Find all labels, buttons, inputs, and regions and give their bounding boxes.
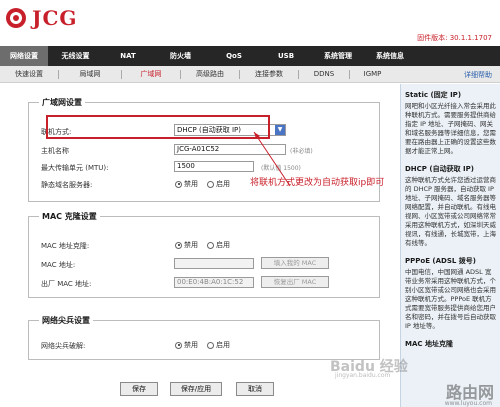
mac-clone-off-radio[interactable]: 禁用 [175, 240, 198, 250]
mtu-input[interactable]: 1500 [174, 161, 254, 172]
mac-clone-off-label: 禁用 [184, 241, 198, 249]
save-apply-button[interactable]: 保存/应用 [170, 382, 222, 396]
sub-nav-connection-params[interactable]: 连接参数 [240, 66, 298, 83]
corner-watermark-url: www.luyou.com [444, 400, 492, 407]
main-nav-network[interactable]: 网络设置 [0, 46, 48, 66]
sniffer-off-radio[interactable]: 禁用 [175, 340, 198, 350]
help-pppoe-text: 中国电信，中国网通 ADSL 宽带业务常采用这种联机方式，个别小区宽带或公司网络… [405, 268, 496, 330]
help-static-title: Static (固定 IP) [405, 91, 462, 99]
sniffer-off-label: 禁用 [184, 341, 198, 349]
radio-checked-icon[interactable] [175, 241, 182, 249]
logo-mark-icon [6, 8, 26, 28]
radio-checked-icon[interactable] [175, 180, 182, 188]
annotation-text: 将联机方式更改为自动获取ip即可 [250, 178, 385, 188]
main-nav-usb[interactable]: USB [260, 46, 312, 66]
main-nav: 网络设置 无线设置 NAT 防火墙 QoS USB 系统管理 系统信息 [0, 46, 500, 66]
host-label: 主机名称 [41, 147, 69, 155]
mac-clone-on-radio[interactable]: 启用 [207, 240, 230, 250]
sniffer-on-radio[interactable]: 启用 [207, 340, 230, 350]
sub-nav: 快速设置 局域网 广域网 高级路由 连接参数 DDNS IGMP 详细帮助 [0, 66, 500, 83]
mtu-label: 最大传输单元 (MTU): [41, 164, 109, 172]
dns-on-radio[interactable]: 启用 [207, 179, 230, 189]
help-static-text: 网吧和小区光纤接入常会采用此种联机方式。需要服务提供商给指定 IP 地址、子网掩… [405, 102, 496, 155]
router-admin-page: JCG 固件版本: 30.1.1.1707 网络设置 无线设置 NAT 防火墙 … [0, 0, 500, 407]
sniffer-crack-row: 网络尖兵破解: 禁用 启用 [29, 339, 381, 351]
help-pppoe-title: PPPoE (ADSL 拨号) [405, 257, 476, 265]
factory-mac-input: 00:E0:4B:A0:1C:52 [174, 277, 254, 288]
logo-text: JCG [32, 6, 78, 30]
network-sniffer-legend: 网络尖兵设置 [39, 315, 93, 326]
copy-my-mac-button[interactable]: 填入我的 MAC [261, 257, 329, 269]
radio-checked-icon[interactable] [175, 341, 182, 349]
detailed-help-link[interactable]: 详细帮助 [464, 70, 492, 80]
main-nav-wireless[interactable]: 无线设置 [48, 46, 103, 66]
dns-off-radio[interactable]: 禁用 [175, 179, 198, 189]
sub-nav-lan[interactable]: 局域网 [59, 66, 121, 83]
help-dhcp-text: 这种联机方式允许您透过运营商的 DHCP 服务器，自动获取 IP 地址、子网掩码… [405, 176, 496, 247]
main-nav-nat[interactable]: NAT [103, 46, 153, 66]
sniffer-on-label: 启用 [216, 341, 230, 349]
mac-address-row: MAC 地址: 填入我的 MAC [29, 257, 381, 270]
help-mac-title: MAC 地址克隆 [405, 340, 453, 348]
save-button[interactable]: 保存 [120, 382, 158, 396]
mac-clone-fieldset: MAC 克隆设置 MAC 地址克隆: 禁用 启用 MAC 地址: 填入我的 MA… [28, 211, 381, 298]
main-nav-firewall[interactable]: 防火墙 [153, 46, 208, 66]
dns-on-label: 启用 [216, 180, 230, 188]
cancel-button[interactable]: 取消 [236, 382, 274, 396]
mac-address-label: MAC 地址: [41, 261, 76, 269]
header: JCG 固件版本: 30.1.1.1707 [0, 0, 500, 44]
dns-off-label: 禁用 [184, 180, 198, 188]
main-nav-qos[interactable]: QoS [208, 46, 260, 66]
firmware-version: 固件版本: 30.1.1.1707 [417, 34, 492, 42]
radio-unchecked-icon[interactable] [207, 341, 214, 349]
sub-nav-quick-setup[interactable]: 快速设置 [0, 66, 58, 83]
factory-mac-label: 出厂 MAC 地址: [41, 280, 92, 288]
baidu-watermark-url: jingyan.baidu.com [335, 372, 391, 379]
main-nav-system-admin[interactable]: 系统管理 [312, 46, 364, 66]
wan-settings-legend: 广域网设置 [39, 97, 85, 108]
mac-clone-on-label: 启用 [216, 241, 230, 249]
sub-nav-wan[interactable]: 广域网 [122, 66, 180, 83]
dns-label: 静态域名服务器: [41, 181, 93, 189]
radio-unchecked-icon[interactable] [207, 180, 214, 188]
mac-clone-legend: MAC 克隆设置 [39, 211, 100, 222]
network-sniffer-fieldset: 网络尖兵设置 网络尖兵破解: 禁用 启用 [28, 315, 381, 360]
restore-factory-mac-button[interactable]: 恢复出厂 MAC [261, 276, 329, 288]
sub-nav-advanced-routing[interactable]: 高级路由 [181, 66, 239, 83]
conn-type-highlight [46, 115, 270, 139]
sub-nav-ddns[interactable]: DDNS [299, 66, 349, 83]
sub-nav-igmp[interactable]: IGMP [350, 66, 395, 83]
help-dhcp-title: DHCP (自动获取 IP) [405, 165, 474, 173]
radio-unchecked-icon[interactable] [207, 241, 214, 249]
mac-address-input[interactable] [174, 258, 254, 269]
help-sidebar: Static (固定 IP) 网吧和小区光纤接入常会采用此种联机方式。需要服务提… [400, 84, 500, 407]
mac-clone-row: MAC 地址克隆: 禁用 启用 [29, 239, 381, 251]
sniffer-crack-label: 网络尖兵破解: [41, 342, 86, 350]
mac-clone-label: MAC 地址克隆: [41, 242, 90, 250]
logo: JCG [6, 6, 77, 30]
factory-mac-row: 出厂 MAC 地址: 00:E0:4B:A0:1C:52 恢复出厂 MAC [29, 276, 381, 289]
footer-buttons: 保存 保存/应用 取消 [0, 380, 398, 407]
main-nav-system-info[interactable]: 系统信息 [364, 46, 416, 66]
